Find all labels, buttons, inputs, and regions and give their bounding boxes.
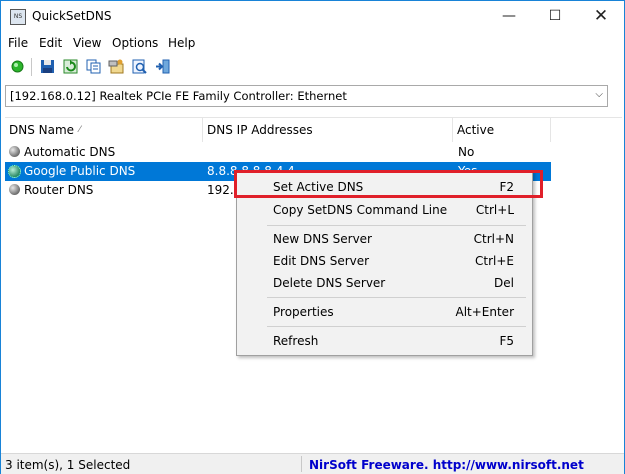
network-adapter-select[interactable]: [192.168.0.12] Realtek PCIe FE Family Co…	[5, 85, 608, 107]
menu-item-properties[interactable]: Properties Alt+Enter	[239, 301, 530, 323]
table-row[interactable]: Automatic DNS No	[5, 143, 551, 162]
menu-separator	[267, 326, 526, 327]
menu-item-shortcut: Alt+Enter	[455, 305, 514, 319]
menu-item-label: Edit DNS Server	[273, 254, 370, 268]
sort-ascending-icon: ⁄	[79, 125, 81, 135]
menu-item-shortcut: Ctrl+L	[475, 203, 514, 217]
menu-item-copy-command-line[interactable]: Copy SetDNS Command Line Ctrl+L	[239, 199, 530, 221]
menu-item-delete-dns-server[interactable]: Delete DNS Server Del	[239, 272, 530, 294]
menu-options[interactable]: Options	[112, 36, 158, 50]
annotation-highlight-box	[234, 170, 543, 198]
menu-separator	[267, 297, 526, 298]
green-circle-icon[interactable]	[9, 58, 26, 75]
menu-bar: File Edit View Options Help	[1, 32, 624, 54]
column-header-label: DNS IP Addresses	[207, 123, 313, 137]
column-header-dns-ip[interactable]: DNS IP Addresses	[203, 118, 453, 142]
menu-item-shortcut: Ctrl+E	[475, 254, 514, 268]
globe-icon	[8, 165, 21, 178]
globe-icon	[9, 184, 20, 195]
app-icon: NS	[10, 9, 26, 25]
menu-item-label: Refresh	[273, 334, 319, 348]
globe-icon	[9, 146, 20, 157]
dns-name-cell: Google Public DNS	[24, 164, 136, 178]
menu-item-shortcut: Ctrl+N	[473, 232, 514, 246]
chevron-down-icon[interactable]: ⌵	[595, 89, 603, 100]
column-header-active[interactable]: Active	[453, 118, 551, 142]
menu-item-label: Copy SetDNS Command Line	[273, 203, 448, 217]
menu-item-label: Delete DNS Server	[273, 276, 386, 290]
close-button[interactable]: ✕	[578, 1, 624, 32]
menu-edit[interactable]: Edit	[39, 36, 62, 50]
dns-name-cell: Automatic DNS	[24, 145, 116, 159]
title-bar: NS QuickSetDNS — ☐ ✕	[1, 1, 624, 32]
menu-file[interactable]: File	[8, 36, 28, 50]
dns-name-cell: Router DNS	[24, 183, 94, 197]
column-header-label: Active	[457, 123, 495, 137]
menu-item-edit-dns-server[interactable]: Edit DNS Server Ctrl+E	[239, 250, 530, 272]
toolbar-separator	[31, 58, 32, 76]
menu-item-refresh[interactable]: Refresh F5	[239, 330, 530, 352]
minimize-button[interactable]: —	[486, 1, 532, 32]
refresh-icon[interactable]	[62, 58, 79, 75]
window-title: QuickSetDNS	[32, 9, 112, 23]
properties-icon[interactable]	[108, 58, 125, 75]
save-icon[interactable]	[39, 58, 56, 75]
menu-item-label: New DNS Server	[273, 232, 372, 246]
menu-item-shortcut: F5	[499, 334, 514, 348]
column-header-label: DNS Name	[9, 123, 75, 137]
status-bar: 3 item(s), 1 Selected NirSoft Freeware. …	[1, 453, 624, 474]
toolbar	[1, 55, 624, 80]
status-divider	[301, 456, 302, 472]
menu-item-label: Properties	[273, 305, 334, 319]
exit-icon[interactable]	[154, 58, 171, 75]
menu-help[interactable]: Help	[168, 36, 195, 50]
maximize-button[interactable]: ☐	[532, 1, 578, 32]
status-item-count: 3 item(s), 1 Selected	[5, 458, 131, 472]
menu-view[interactable]: View	[73, 36, 101, 50]
menu-item-new-dns-server[interactable]: New DNS Server Ctrl+N	[239, 228, 530, 250]
active-cell: No	[458, 145, 475, 159]
column-header-dns-name[interactable]: DNS Name ⁄	[5, 118, 203, 142]
copy-icon[interactable]	[85, 58, 102, 75]
find-icon[interactable]	[131, 58, 148, 75]
menu-item-shortcut: Del	[494, 276, 514, 290]
adapter-select-value: [192.168.0.12] Realtek PCIe FE Family Co…	[10, 89, 347, 103]
nirsoft-link[interactable]: NirSoft Freeware. http://www.nirsoft.net	[309, 458, 584, 472]
menu-separator	[267, 225, 526, 226]
